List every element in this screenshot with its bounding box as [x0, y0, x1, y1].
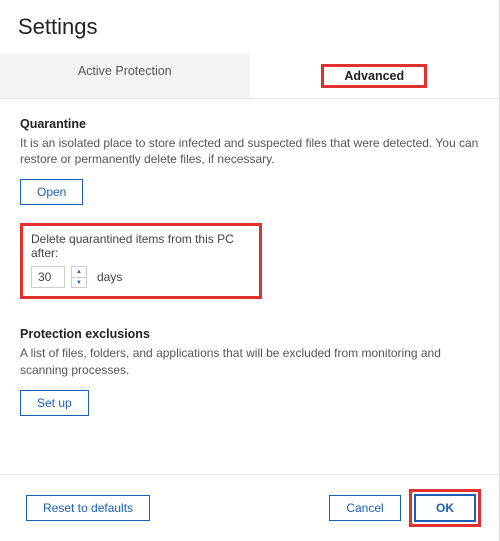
- highlight-annotation: Advanced: [321, 64, 427, 88]
- open-button[interactable]: Open: [20, 179, 83, 205]
- ok-button[interactable]: OK: [414, 494, 476, 522]
- setup-button[interactable]: Set up: [20, 390, 89, 416]
- tab-label: Advanced: [344, 69, 404, 83]
- section-quarantine: Quarantine It is an isolated place to st…: [20, 117, 479, 299]
- exclusions-title: Protection exclusions: [20, 327, 479, 341]
- tab-advanced[interactable]: Advanced: [250, 54, 500, 98]
- tab-active-protection[interactable]: Active Protection: [0, 54, 250, 98]
- content-area: Quarantine It is an isolated place to st…: [0, 99, 499, 416]
- section-exclusions: Protection exclusions A list of files, f…: [20, 327, 479, 415]
- exclusions-description: A list of files, folders, and applicatio…: [20, 345, 479, 377]
- reset-defaults-button[interactable]: Reset to defaults: [26, 495, 150, 521]
- quantity-stepper: ▲ ▼: [71, 266, 87, 288]
- stepper-up-icon[interactable]: ▲: [72, 267, 86, 278]
- delete-days-input[interactable]: [31, 266, 65, 288]
- delete-after-control: ▲ ▼ days: [31, 266, 249, 288]
- page-title: Settings: [0, 0, 499, 54]
- quarantine-description: It is an isolated place to store infecte…: [20, 135, 479, 167]
- footer: Reset to defaults Cancel OK: [0, 474, 499, 541]
- tab-label: Active Protection: [78, 64, 172, 78]
- highlight-annotation: Delete quarantined items from this PC af…: [20, 223, 262, 299]
- stepper-down-icon[interactable]: ▼: [72, 278, 86, 288]
- highlight-annotation: OK: [409, 489, 481, 527]
- delete-after-label: Delete quarantined items from this PC af…: [31, 232, 249, 260]
- quarantine-title: Quarantine: [20, 117, 479, 131]
- cancel-button[interactable]: Cancel: [329, 495, 401, 521]
- days-label: days: [97, 270, 122, 284]
- tabs: Active Protection Advanced: [0, 54, 499, 99]
